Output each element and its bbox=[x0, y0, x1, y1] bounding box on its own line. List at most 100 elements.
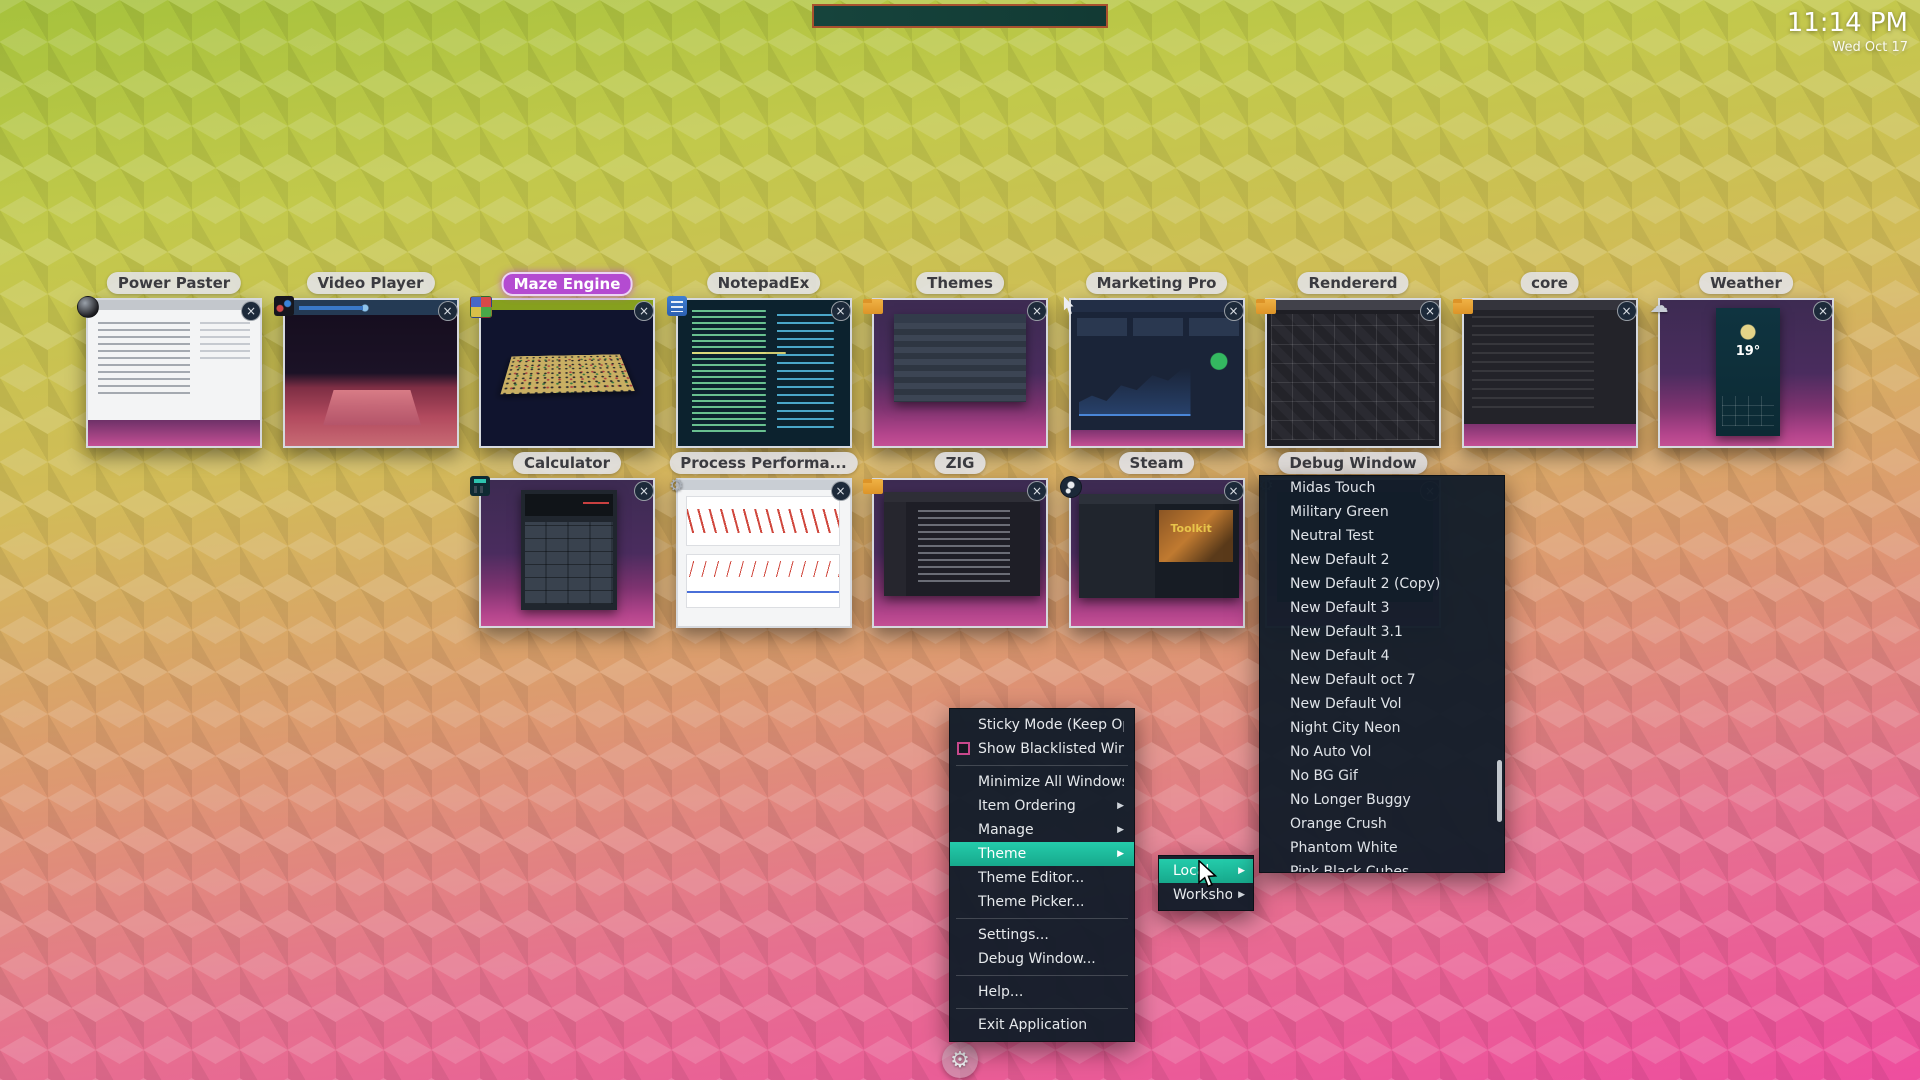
window-thumbnail[interactable]: 19° bbox=[1658, 298, 1834, 448]
thumbnail-preview bbox=[1464, 300, 1636, 446]
checkbox-icon[interactable] bbox=[957, 742, 970, 755]
close-icon[interactable]: × bbox=[1813, 301, 1833, 321]
notepad-icon bbox=[667, 296, 687, 316]
theme-item-no-longer-buggy[interactable]: No Longer Buggy bbox=[1260, 788, 1504, 812]
window-title-label[interactable]: ZIG bbox=[935, 452, 986, 474]
close-icon[interactable]: × bbox=[1617, 301, 1637, 321]
theme-item-new-default-3-1[interactable]: New Default 3.1 bbox=[1260, 620, 1504, 644]
window-title-label[interactable]: Steam bbox=[1119, 452, 1195, 474]
window-core: core× bbox=[1462, 298, 1638, 448]
window-title-label[interactable]: NotepadEx bbox=[707, 272, 821, 294]
menu-item-label: Item Ordering bbox=[978, 798, 1111, 814]
close-icon[interactable]: × bbox=[1224, 301, 1244, 321]
menu-item-exit-application[interactable]: Exit Application bbox=[950, 1013, 1134, 1037]
theme-item-new-default-oct-7[interactable]: New Default oct 7 bbox=[1260, 668, 1504, 692]
theme-item-new-default-3[interactable]: New Default 3 bbox=[1260, 596, 1504, 620]
thumbnail-preview: 19° bbox=[1660, 300, 1832, 446]
theme-item-new-default-vol[interactable]: New Default Vol bbox=[1260, 692, 1504, 716]
menu-item-theme-editor[interactable]: Theme Editor... bbox=[950, 866, 1134, 890]
window-thumbnail[interactable] bbox=[676, 478, 852, 628]
theme-item-orange-crush[interactable]: Orange Crush bbox=[1260, 812, 1504, 836]
thumbnail-preview bbox=[874, 480, 1046, 626]
context-menu: Sticky Mode (Keep Open)Show Blacklisted … bbox=[949, 708, 1135, 1042]
window-title-label[interactable]: Calculator bbox=[513, 452, 621, 474]
menu-item-theme-picker[interactable]: Theme Picker... bbox=[950, 890, 1134, 914]
window-title-label[interactable]: Themes bbox=[916, 272, 1004, 294]
ball-icon bbox=[77, 296, 99, 318]
close-icon[interactable]: × bbox=[1027, 301, 1047, 321]
theme-item-new-default-2-copy[interactable]: New Default 2 (Copy) bbox=[1260, 572, 1504, 596]
menu-item-settings[interactable]: Settings... bbox=[950, 923, 1134, 947]
window-thumbnail[interactable] bbox=[872, 478, 1048, 628]
game-icon bbox=[470, 296, 492, 318]
media-icon bbox=[274, 296, 294, 316]
window-title-label[interactable]: Maze Engine bbox=[502, 272, 633, 296]
window-rendererd: Rendererd× bbox=[1265, 298, 1441, 448]
close-icon[interactable]: × bbox=[634, 481, 654, 501]
theme-item-neutral-test[interactable]: Neutral Test bbox=[1260, 524, 1504, 548]
window-thumbnail[interactable] bbox=[676, 298, 852, 448]
window-thumbnail[interactable] bbox=[86, 298, 262, 448]
theme-item-new-default-2[interactable]: New Default 2 bbox=[1260, 548, 1504, 572]
theme-item-new-default-4[interactable]: New Default 4 bbox=[1260, 644, 1504, 668]
window-title-label[interactable]: Debug Window bbox=[1278, 452, 1427, 474]
window-title-label[interactable]: Power Paster bbox=[107, 272, 241, 294]
menu-item-label: Minimize All Windows bbox=[978, 774, 1124, 790]
menu-item-sticky-mode-keep-open[interactable]: Sticky Mode (Keep Open) bbox=[950, 713, 1134, 737]
theme-list-items: Midas TouchMilitary GreenNeutral TestNew… bbox=[1260, 476, 1504, 873]
window-thumbnail[interactable] bbox=[872, 298, 1048, 448]
settings-gear-button[interactable]: ⚙ bbox=[942, 1042, 978, 1078]
gear-icon: ⚙ bbox=[667, 476, 687, 496]
menu-item-label: Exit Application bbox=[978, 1017, 1124, 1033]
theme-item-phantom-white[interactable]: Phantom White bbox=[1260, 836, 1504, 860]
window-weather: Weather19°☁× bbox=[1658, 298, 1834, 448]
close-icon[interactable]: × bbox=[1420, 301, 1440, 321]
window-thumbnail[interactable] bbox=[479, 478, 655, 628]
close-icon[interactable]: × bbox=[831, 301, 851, 321]
thumbnail-preview bbox=[1267, 300, 1439, 446]
theme-item-pink-black-cubes[interactable]: Pink Black Cubes bbox=[1260, 860, 1504, 873]
close-icon[interactable]: × bbox=[1224, 481, 1244, 501]
menu-item-show-blacklisted-windows[interactable]: Show Blacklisted Windows bbox=[950, 737, 1134, 761]
close-icon[interactable]: × bbox=[438, 301, 458, 321]
window-thumbnail[interactable] bbox=[1265, 298, 1441, 448]
close-icon[interactable]: × bbox=[831, 481, 851, 501]
theme-item-military-green[interactable]: Military Green bbox=[1260, 500, 1504, 524]
window-title-label[interactable]: core bbox=[1520, 272, 1579, 294]
theme-item-midas-touch[interactable]: Midas Touch bbox=[1260, 476, 1504, 500]
menu-item-label: Manage bbox=[978, 822, 1111, 838]
window-thumbnail[interactable]: Toolkit bbox=[1069, 478, 1245, 628]
menu-item-item-ordering[interactable]: Item Ordering▶ bbox=[950, 794, 1134, 818]
close-icon[interactable]: × bbox=[634, 301, 654, 321]
window-title-label[interactable]: Weather bbox=[1699, 272, 1793, 294]
window-video-player: Video Player× bbox=[283, 298, 459, 448]
window-thumbnail[interactable] bbox=[479, 298, 655, 448]
theme-item-no-auto-vol[interactable]: No Auto Vol bbox=[1260, 740, 1504, 764]
window-title-label[interactable]: Marketing Pro bbox=[1086, 272, 1228, 294]
menu-item-minimize-all-windows[interactable]: Minimize All Windows bbox=[950, 770, 1134, 794]
theme-item-night-city-neon[interactable]: Night City Neon bbox=[1260, 716, 1504, 740]
scrollbar-thumb[interactable] bbox=[1497, 760, 1502, 822]
menu-separator bbox=[956, 975, 1128, 976]
close-icon[interactable]: × bbox=[241, 301, 261, 321]
thumbnail-preview bbox=[874, 300, 1046, 446]
menu-item-label: Settings... bbox=[978, 927, 1124, 943]
window-title-label[interactable]: Process Performa... bbox=[669, 452, 857, 474]
thumbnail-preview bbox=[678, 480, 850, 626]
gear-icon: ⚙ bbox=[950, 1048, 970, 1073]
menu-item-help[interactable]: Help... bbox=[950, 980, 1134, 1004]
window-thumbnail[interactable] bbox=[1462, 298, 1638, 448]
desktop-background[interactable]: 11:14 PM Wed Oct 17 Power Paster×Video P… bbox=[0, 0, 1920, 1080]
thumbnail-preview bbox=[88, 300, 260, 446]
folder-icon bbox=[863, 479, 883, 494]
window-thumbnail[interactable] bbox=[1069, 298, 1245, 448]
close-icon[interactable]: × bbox=[1027, 481, 1047, 501]
menu-item-manage[interactable]: Manage▶ bbox=[950, 818, 1134, 842]
theme-item-no-bg-gif[interactable]: No BG Gif bbox=[1260, 764, 1504, 788]
menu-item-theme[interactable]: Theme▶ bbox=[950, 842, 1134, 866]
window-title-label[interactable]: Rendererd bbox=[1297, 272, 1408, 294]
menu-item-debug-window[interactable]: Debug Window... bbox=[950, 947, 1134, 971]
window-thumbnail[interactable] bbox=[283, 298, 459, 448]
window-title-label[interactable]: Video Player bbox=[306, 272, 434, 294]
calculator-icon bbox=[470, 476, 490, 496]
